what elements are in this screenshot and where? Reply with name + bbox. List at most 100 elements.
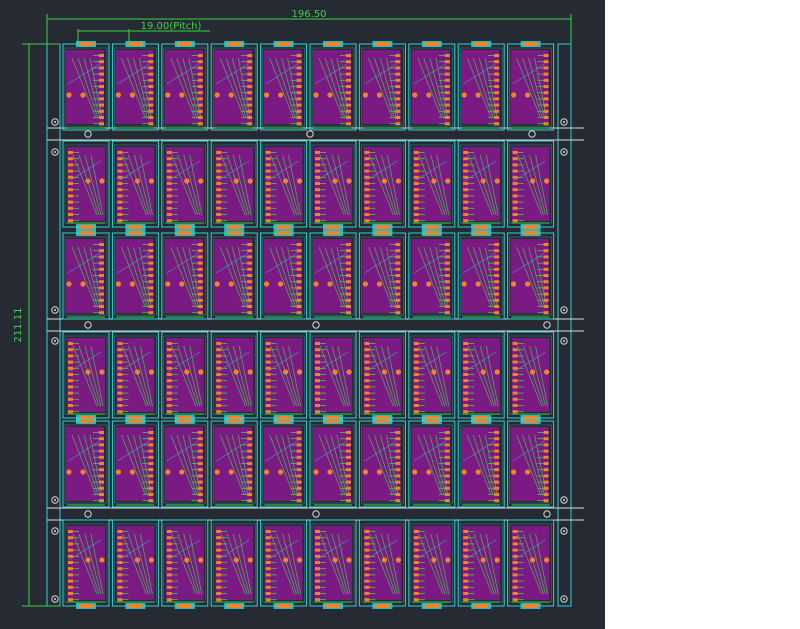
smd-pad (444, 91, 450, 95)
smd-pad (395, 474, 401, 478)
smd-pad (494, 116, 500, 119)
smd-pad (216, 554, 222, 558)
smd-pad (494, 255, 500, 259)
component-pad-a (283, 557, 289, 563)
smd-pad (216, 200, 222, 204)
smd-pad (99, 443, 104, 447)
smd-pad (413, 373, 419, 376)
component-pad-a (115, 469, 121, 475)
smd-pad (444, 103, 450, 107)
smd-pad (494, 261, 500, 265)
smd-pad (247, 72, 253, 76)
smd-pad (463, 194, 469, 198)
smd-pad (395, 255, 401, 259)
smd-pad (364, 391, 370, 395)
smd-pad (364, 360, 370, 364)
pcb-board-r5-c7 (358, 418, 406, 508)
smd-pad (543, 462, 549, 465)
smd-pad (444, 298, 450, 302)
smd-pad (395, 280, 401, 284)
smd-pad (197, 468, 203, 472)
smd-pad (395, 109, 401, 113)
component-pad-a (115, 281, 121, 287)
smd-pad (99, 455, 104, 459)
component-pad-a (530, 369, 536, 375)
smd-pad (99, 431, 104, 434)
smd-pad (166, 397, 172, 401)
smd-pad (68, 542, 73, 546)
pcb-panel-drawing[interactable]: 196.50 19.00(Pitch) 211.11 (0, 0, 605, 629)
component-pad-a (66, 92, 72, 98)
tooling-hole-4 (312, 321, 320, 329)
smd-pad (216, 567, 222, 571)
smd-pad (247, 255, 253, 259)
smd-pad (315, 175, 320, 179)
smd-pad (364, 592, 370, 595)
component-pad-b (395, 557, 401, 563)
connector-pins (128, 231, 143, 235)
smd-pad (315, 219, 320, 223)
smd-pad (117, 548, 123, 552)
smd-pad (296, 78, 302, 82)
component-pad-a (510, 469, 517, 475)
smd-pad (265, 530, 271, 533)
smd-pad (117, 194, 123, 198)
smd-pad (413, 379, 419, 383)
smd-pad (247, 493, 253, 496)
component-pad-a (85, 178, 91, 184)
smd-pad (296, 280, 302, 284)
smd-pad (117, 200, 123, 204)
tooling-hole-center-13 (54, 309, 56, 311)
component-pad-b (129, 92, 135, 98)
tooling-hole-center-19 (54, 530, 56, 532)
smd-pad (148, 66, 154, 70)
smd-pad (512, 360, 518, 364)
connector-pins (79, 604, 93, 608)
smd-pad (265, 163, 271, 167)
component-pad-b (327, 92, 333, 98)
smd-pad (197, 60, 203, 64)
component-pad-b (278, 92, 284, 98)
connector-pins (474, 604, 489, 608)
smd-pad (494, 243, 500, 246)
smd-pad (265, 561, 271, 564)
component-pad-b (426, 469, 432, 475)
component-pad-a (510, 92, 517, 98)
smd-pad (413, 592, 419, 595)
smd-pad (265, 404, 271, 407)
smd-pad (512, 410, 518, 414)
smd-pad (395, 91, 401, 95)
component-pad-a (530, 557, 536, 563)
smd-pad (166, 373, 172, 376)
tooling-hole-center-17 (54, 499, 56, 501)
smd-pad (68, 182, 73, 185)
smd-pad (444, 60, 450, 64)
smd-pad (364, 200, 370, 204)
smd-pad (512, 213, 518, 216)
component-pad-a (431, 369, 437, 375)
connector-pins (177, 42, 192, 46)
smd-pad (148, 60, 154, 64)
cad-viewport[interactable]: 196.50 19.00(Pitch) 211.11 (0, 0, 605, 629)
pcb-board-r2-c3 (161, 140, 209, 230)
smd-pad (68, 379, 73, 383)
smd-pad (117, 188, 123, 192)
smd-pad (315, 206, 320, 210)
smd-pad (296, 292, 302, 296)
smd-pad (148, 267, 154, 271)
smd-pad (148, 468, 154, 472)
smd-pad (197, 103, 203, 107)
component-pad-b (494, 557, 500, 563)
smd-pad (99, 305, 104, 308)
tooling-hole-center-9 (54, 121, 56, 123)
smd-pad (346, 122, 351, 126)
pcb-board-r5-c3 (161, 418, 209, 508)
tooling-hole-2 (528, 130, 536, 138)
smd-pad (463, 151, 469, 154)
smd-pad (296, 311, 302, 315)
component-pad-b (198, 369, 204, 375)
smd-pad (543, 66, 549, 70)
smd-pad (197, 122, 203, 126)
component-pad-b (544, 369, 550, 375)
smd-pad (247, 468, 253, 472)
